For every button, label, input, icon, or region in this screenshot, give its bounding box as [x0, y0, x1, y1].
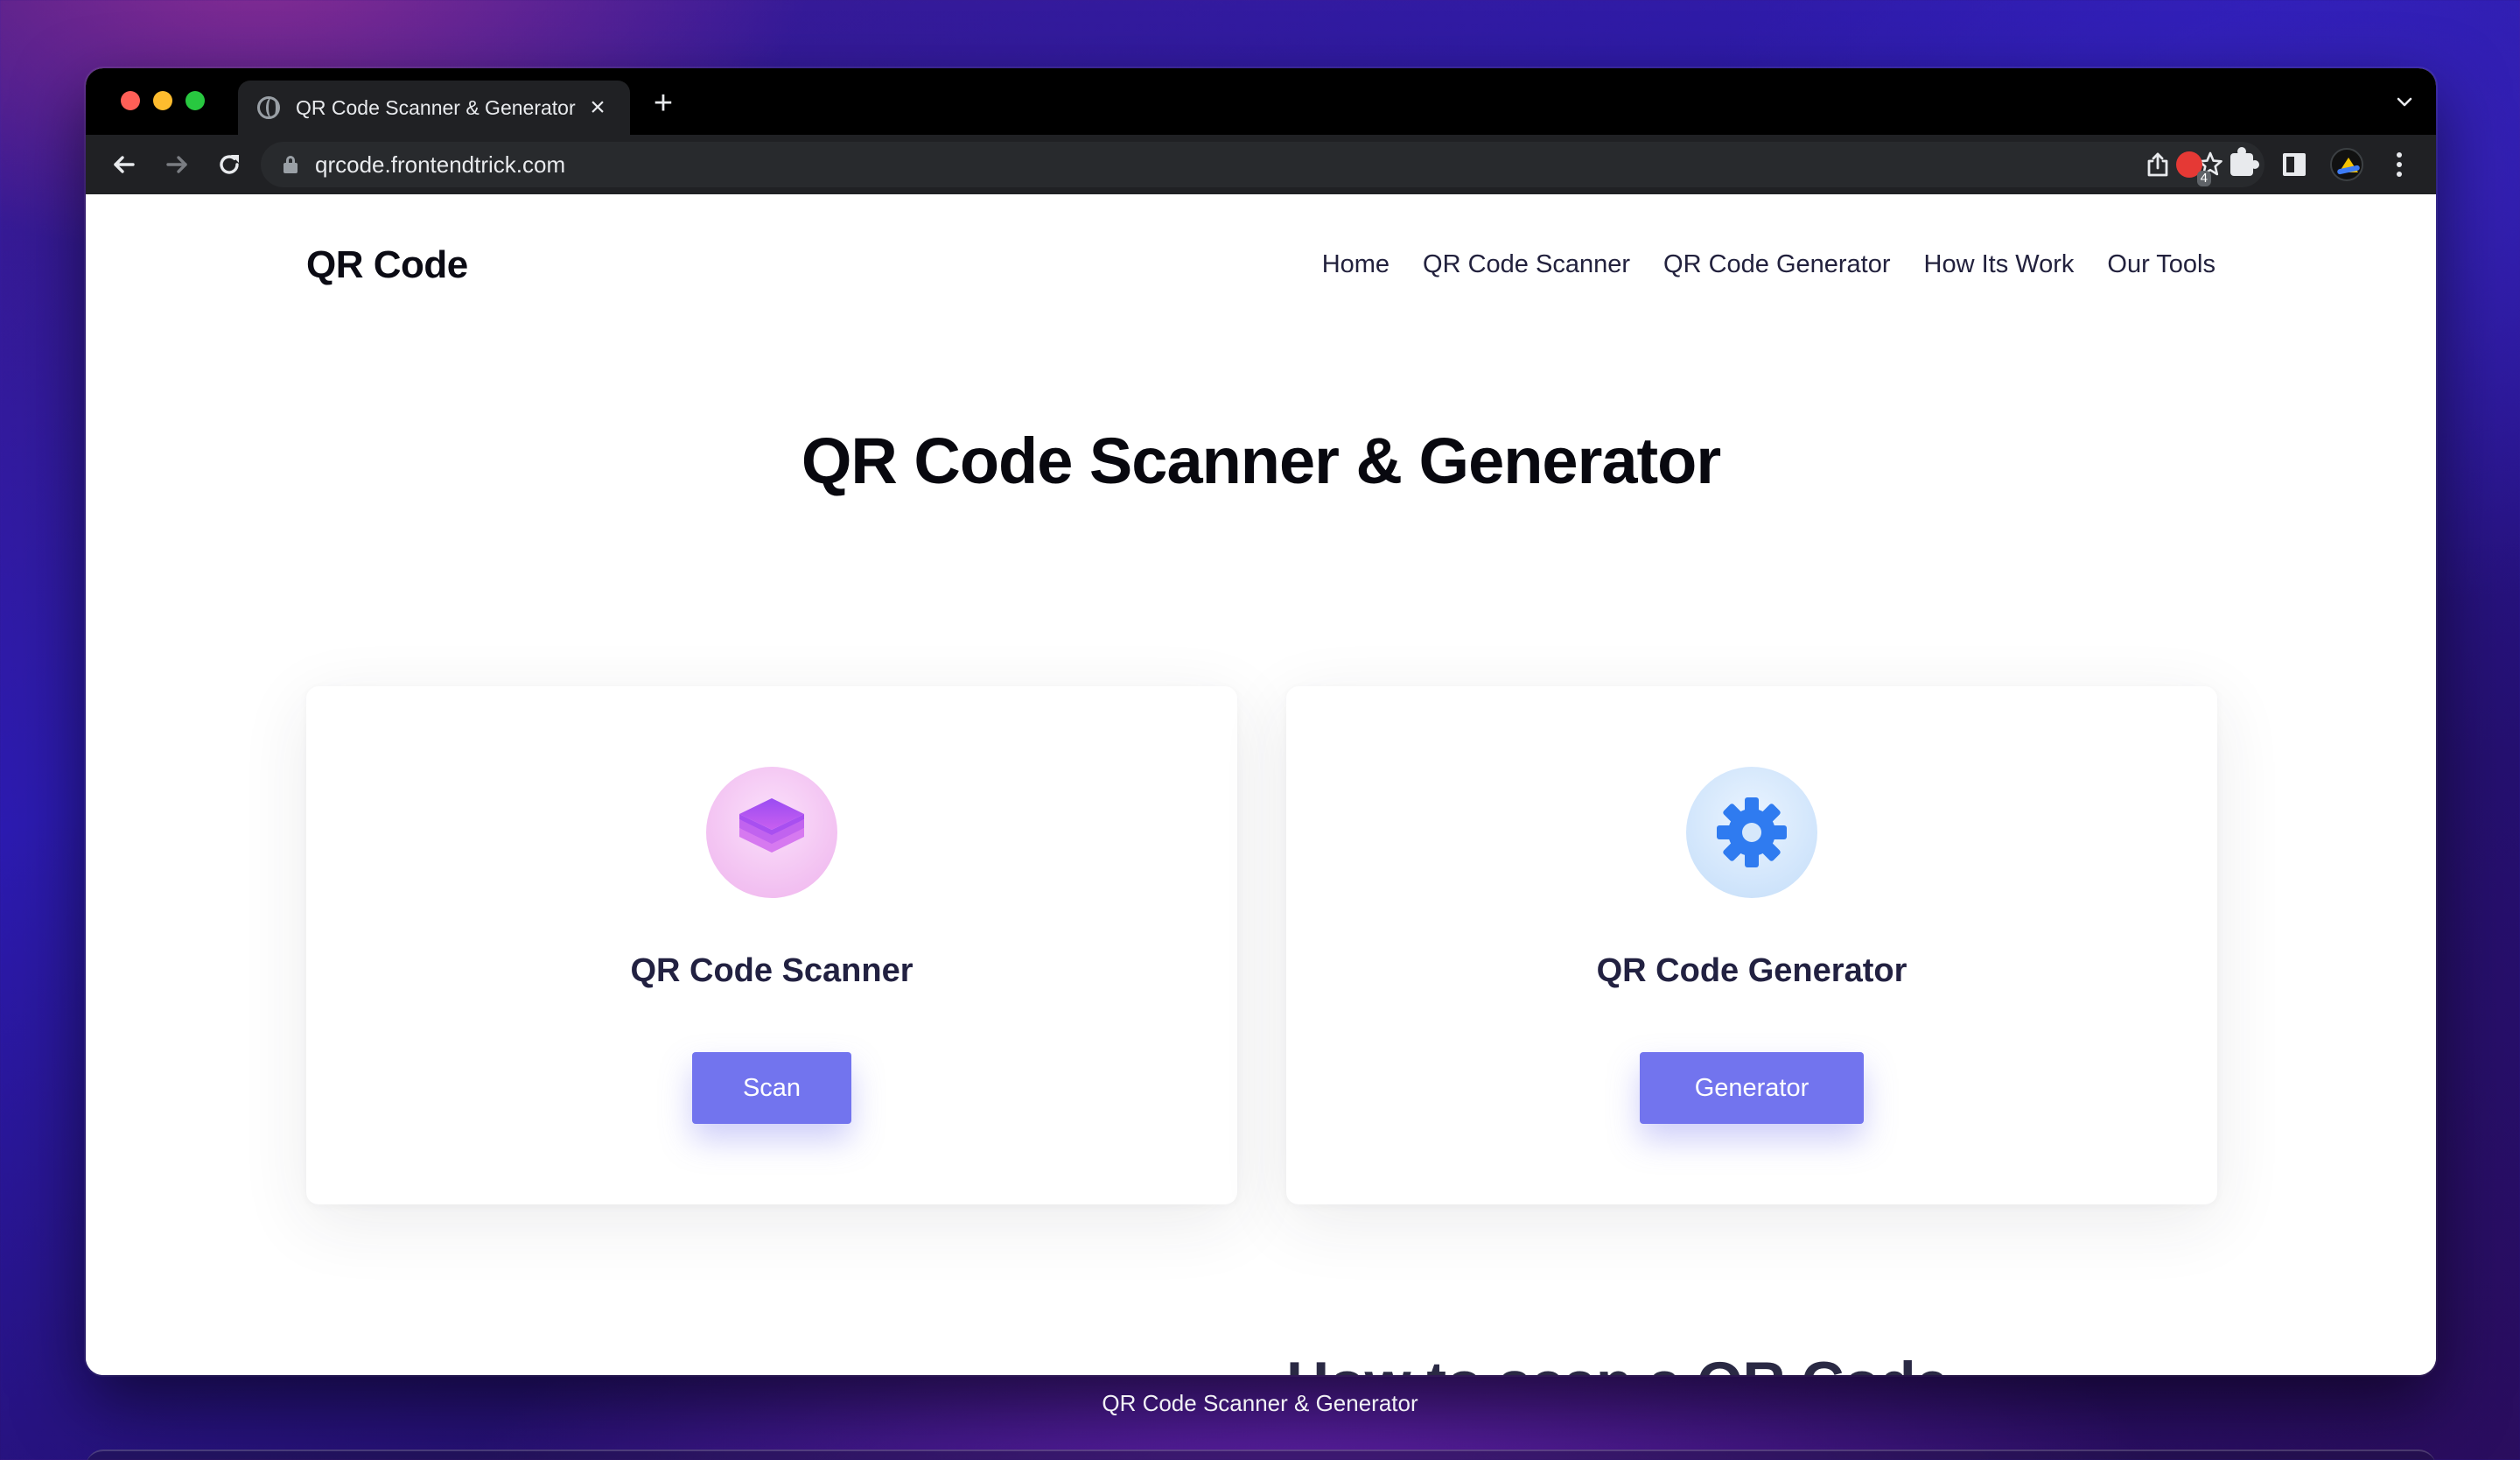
url-text: qrcode.frontendtrick.com: [315, 151, 566, 178]
new-tab-button[interactable]: +: [646, 86, 681, 121]
address-bar[interactable]: qrcode.frontendtrick.com: [261, 142, 2264, 187]
close-window-button[interactable]: [121, 91, 140, 110]
layers-icon: [706, 767, 837, 898]
active-tab[interactable]: QR Code Scanner & Generator ×: [238, 81, 630, 135]
forward-button[interactable]: [158, 145, 196, 184]
lock-icon[interactable]: [284, 156, 298, 173]
more-menu-icon[interactable]: [2378, 144, 2420, 186]
back-button[interactable]: [105, 145, 144, 184]
side-panel-icon[interactable]: [2273, 144, 2315, 186]
site-logo[interactable]: QR Code: [306, 243, 468, 287]
maximize-window-button[interactable]: [186, 91, 205, 110]
nav-home[interactable]: Home: [1322, 250, 1390, 279]
extension-red-icon[interactable]: 4: [2168, 144, 2211, 186]
main-nav: Home QR Code Scanner QR Code Generator H…: [1322, 250, 2216, 279]
globe-icon: [257, 96, 280, 119]
nav-how-its-work[interactable]: How Its Work: [1924, 250, 2075, 279]
tab-strip: QR Code Scanner & Generator × +: [86, 68, 2436, 135]
generator-card: QR Code Generator Generator: [1286, 686, 2217, 1204]
tab-search-chevron-icon[interactable]: [2396, 93, 2413, 110]
window-label: QR Code Scanner & Generator: [1102, 1390, 1418, 1416]
minimize-window-button[interactable]: [153, 91, 172, 110]
nav-our-tools[interactable]: Our Tools: [2107, 250, 2216, 279]
gear-icon: [1686, 767, 1817, 898]
scanner-card: QR Code Scanner Scan: [306, 686, 1237, 1204]
dock-edge: [86, 1449, 2436, 1460]
generator-button[interactable]: Generator: [1640, 1052, 1864, 1124]
page-title: QR Code Scanner & Generator: [801, 425, 1721, 497]
extensions-puzzle-icon[interactable]: [2221, 144, 2263, 186]
tab-close-icon[interactable]: ×: [584, 95, 611, 121]
nav-qr-code-generator[interactable]: QR Code Generator: [1663, 250, 1891, 279]
scanner-card-title: QR Code Scanner: [630, 952, 914, 989]
browser-toolbar: qrcode.frontendtrick.com 4: [86, 135, 2436, 194]
browser-window: QR Code Scanner & Generator × + qrcode.f…: [86, 68, 2436, 1375]
how-to-scan-heading: How to scan a QR Code from picture: [1286, 1350, 2074, 1375]
scan-button[interactable]: Scan: [692, 1052, 851, 1124]
profile-avatar[interactable]: [2326, 144, 2368, 186]
tab-title: QR Code Scanner & Generator: [296, 95, 576, 119]
nav-qr-code-scanner[interactable]: QR Code Scanner: [1423, 250, 1630, 279]
web-page: QR Code Home QR Code Scanner QR Code Gen…: [86, 194, 2436, 1375]
reload-button[interactable]: [210, 145, 248, 184]
extension-badge: 4: [2196, 171, 2211, 186]
generator-card-title: QR Code Generator: [1596, 952, 1908, 989]
